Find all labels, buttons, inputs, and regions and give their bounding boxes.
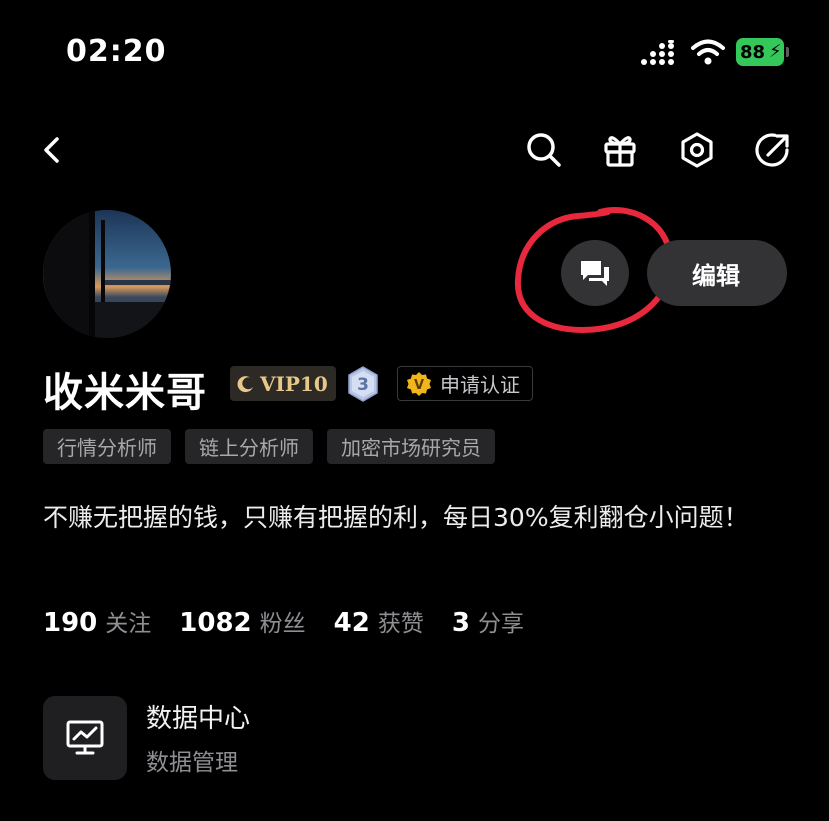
back-chevron-icon	[44, 137, 59, 163]
avatar[interactable]	[43, 210, 171, 338]
status-bar: 02:20 88 ⚡	[0, 0, 829, 100]
profile-tags: 行情分析师 链上分析师 加密市场研究员	[43, 429, 495, 464]
back-button[interactable]	[30, 128, 74, 172]
level-number: 3	[357, 375, 369, 395]
verified-seal-icon: V	[407, 371, 431, 396]
chat-icon	[581, 261, 609, 286]
vip-badge[interactable]: VIP10	[230, 366, 336, 401]
data-center-subtitle: 数据管理	[146, 750, 238, 776]
message-button[interactable]	[561, 240, 629, 306]
search-button[interactable]	[522, 128, 566, 172]
battery-indicator: 88 ⚡	[736, 38, 789, 66]
stat-label: 关注	[105, 611, 152, 637]
stat-label: 获赞	[377, 611, 424, 637]
vip-label: VIP10	[260, 371, 328, 396]
level-badge[interactable]: 3	[347, 366, 379, 402]
stat-following[interactable]: 190 关注	[43, 604, 151, 638]
edit-profile-button[interactable]: 编辑	[647, 240, 787, 306]
stat-label: 粉丝	[259, 611, 306, 637]
cellular-signal-icon	[641, 40, 674, 65]
tag-item: 加密市场研究员	[327, 429, 495, 464]
status-time: 02:20	[66, 34, 167, 69]
avatar-photo	[43, 210, 171, 338]
apply-verification-button[interactable]: V 申请认证	[397, 366, 533, 401]
battery-cap	[786, 47, 789, 57]
stat-shares[interactable]: 3 分享	[452, 604, 524, 638]
gift-icon	[604, 136, 636, 167]
settings-button[interactable]	[675, 128, 719, 172]
wifi-icon	[691, 39, 725, 65]
stat-label: 分享	[477, 611, 524, 637]
data-center-title: 数据中心	[146, 704, 251, 734]
profile-name: 收米米哥	[43, 370, 207, 416]
profile-bio: 不赚无把握的钱，只赚有把握的利，每日30%复利翻仓小问题！	[43, 503, 749, 532]
stat-value: 190	[43, 608, 98, 638]
stat-value: 3	[451, 608, 470, 638]
data-center-entry[interactable]: 数据中心 数据管理	[43, 696, 403, 780]
verified-seal-letter: V	[414, 378, 424, 393]
verify-label: 申请认证	[440, 373, 520, 397]
vip-crescent-icon	[237, 375, 253, 392]
tag-item: 链上分析师	[185, 429, 313, 464]
stat-value: 42	[333, 608, 370, 638]
charging-bolt-icon: ⚡	[769, 41, 782, 62]
share-icon	[755, 133, 789, 167]
level-hexagon-icon: 3	[348, 366, 378, 402]
search-icon	[527, 133, 561, 167]
stat-likes[interactable]: 42 获赞	[334, 604, 424, 638]
monitor-chart-icon	[66, 720, 104, 755]
profile-stats: 190 关注 1082 粉丝 42 获赞 3 分享	[43, 604, 524, 638]
settings-icon	[681, 132, 713, 168]
tag-item: 行情分析师	[43, 429, 171, 464]
stat-followers[interactable]: 1082 粉丝	[179, 604, 305, 638]
battery-level: 88	[740, 41, 766, 63]
gift-button[interactable]	[598, 128, 642, 172]
share-button[interactable]	[751, 128, 795, 172]
stat-value: 1082	[179, 608, 252, 638]
data-center-icon-tile	[43, 696, 127, 780]
top-nav	[0, 120, 829, 180]
